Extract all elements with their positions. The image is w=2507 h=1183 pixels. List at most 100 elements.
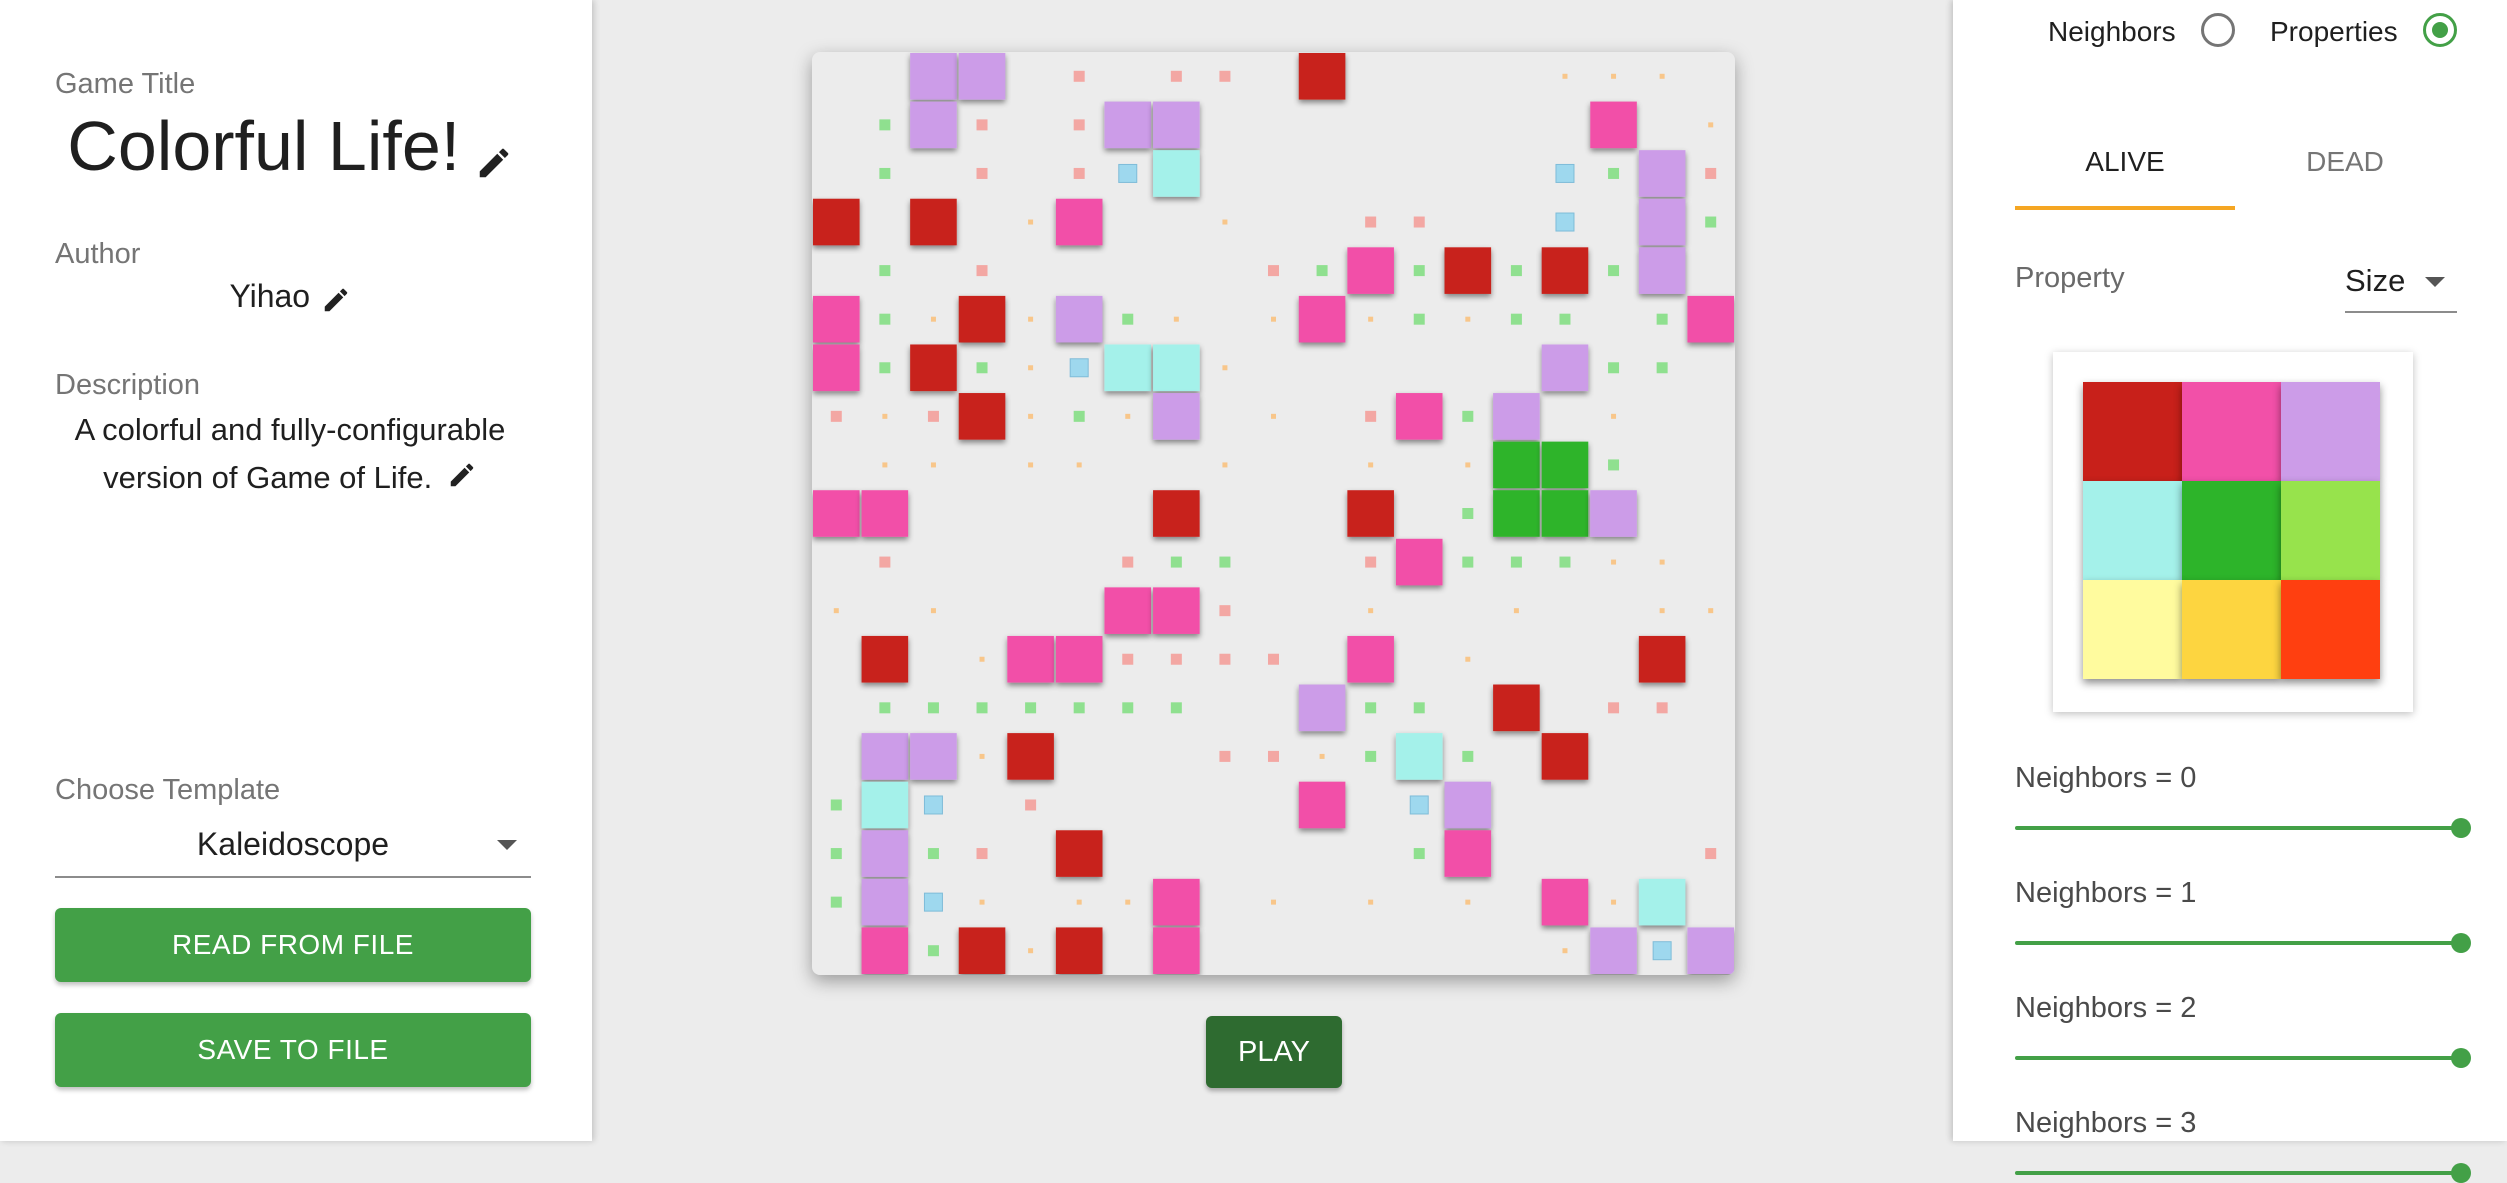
hint-cell[interactable] bbox=[1659, 559, 1665, 565]
hint-cell[interactable] bbox=[1513, 608, 1519, 614]
hint-cell[interactable] bbox=[1608, 702, 1620, 714]
hint-cell[interactable] bbox=[1608, 265, 1620, 277]
hint-cell[interactable] bbox=[879, 313, 891, 325]
hint-cell[interactable] bbox=[1118, 163, 1138, 183]
hint-cell[interactable] bbox=[1413, 216, 1425, 228]
hint-cell[interactable] bbox=[1271, 413, 1276, 419]
hint-cell[interactable] bbox=[1659, 608, 1665, 614]
game-board[interactable] bbox=[812, 52, 1735, 975]
live-cell[interactable] bbox=[1298, 295, 1346, 343]
live-cell[interactable] bbox=[1687, 295, 1734, 343]
hint-cell[interactable] bbox=[1365, 702, 1377, 714]
live-cell[interactable] bbox=[1444, 830, 1492, 877]
hint-cell[interactable] bbox=[1268, 653, 1279, 665]
hint-cell[interactable] bbox=[927, 848, 939, 860]
live-cell[interactable] bbox=[958, 927, 1006, 974]
hint-cell[interactable] bbox=[879, 362, 891, 374]
tab-alive[interactable]: ALIVE bbox=[2015, 130, 2235, 210]
hint-cell[interactable] bbox=[1170, 556, 1182, 568]
hint-cell[interactable] bbox=[1413, 848, 1425, 860]
live-cell[interactable] bbox=[861, 830, 909, 877]
live-cell[interactable] bbox=[1153, 927, 1200, 974]
live-cell[interactable] bbox=[1055, 927, 1103, 974]
hint-cell[interactable] bbox=[1413, 313, 1425, 325]
live-cell[interactable] bbox=[1541, 344, 1589, 392]
slider-thumb[interactable] bbox=[2451, 933, 2471, 953]
hint-cell[interactable] bbox=[1219, 70, 1231, 82]
hint-cell[interactable] bbox=[1222, 462, 1228, 468]
hint-cell[interactable] bbox=[1365, 410, 1377, 422]
live-cell[interactable] bbox=[1298, 781, 1346, 829]
live-cell[interactable] bbox=[1153, 393, 1200, 440]
hint-cell[interactable] bbox=[1219, 750, 1231, 762]
hint-cell[interactable] bbox=[927, 410, 939, 422]
hint-cell[interactable] bbox=[976, 702, 988, 714]
edit-author-icon[interactable] bbox=[321, 285, 351, 320]
live-cell[interactable] bbox=[1007, 733, 1054, 780]
live-cell[interactable] bbox=[1444, 781, 1492, 829]
live-cell[interactable] bbox=[1347, 247, 1394, 294]
hint-cell[interactable] bbox=[1652, 941, 1672, 961]
hint-cell[interactable] bbox=[923, 892, 943, 912]
hint-cell[interactable] bbox=[976, 167, 988, 179]
hint-cell[interactable] bbox=[1413, 265, 1425, 277]
hint-cell[interactable] bbox=[1219, 653, 1231, 665]
hint-cell[interactable] bbox=[830, 410, 842, 422]
hint-cell[interactable] bbox=[1122, 653, 1134, 665]
hint-cell[interactable] bbox=[1656, 313, 1668, 325]
live-cell[interactable] bbox=[958, 295, 1006, 343]
hint-cell[interactable] bbox=[1365, 556, 1377, 568]
hint-cell[interactable] bbox=[1173, 316, 1179, 322]
neighbors-slider[interactable] bbox=[2015, 1163, 2471, 1183]
hint-cell[interactable] bbox=[1368, 608, 1374, 614]
hint-cell[interactable] bbox=[1555, 163, 1575, 183]
hint-cell[interactable] bbox=[1028, 316, 1034, 322]
hint-cell[interactable] bbox=[1222, 365, 1228, 371]
hint-cell[interactable] bbox=[1611, 73, 1617, 79]
hint-cell[interactable] bbox=[1122, 313, 1134, 325]
live-cell[interactable] bbox=[861, 927, 909, 974]
hint-cell[interactable] bbox=[1219, 605, 1231, 617]
hint-cell[interactable] bbox=[1368, 462, 1374, 468]
hint-cell[interactable] bbox=[1073, 410, 1085, 422]
hint-cell[interactable] bbox=[1708, 608, 1714, 614]
live-cell[interactable] bbox=[1153, 490, 1200, 537]
live-cell[interactable] bbox=[1298, 53, 1346, 100]
hint-cell[interactable] bbox=[930, 608, 936, 614]
hint-cell[interactable] bbox=[979, 899, 985, 905]
save-to-file-button[interactable]: SAVE TO FILE bbox=[55, 1013, 531, 1087]
neighbors-slider[interactable] bbox=[2015, 1048, 2471, 1068]
live-cell[interactable] bbox=[1104, 587, 1152, 634]
hint-cell[interactable] bbox=[1028, 365, 1034, 371]
hint-cell[interactable] bbox=[1656, 362, 1668, 374]
color-swatch[interactable] bbox=[2083, 481, 2182, 580]
hint-cell[interactable] bbox=[1608, 459, 1620, 471]
hint-cell[interactable] bbox=[1025, 799, 1037, 811]
hint-cell[interactable] bbox=[1465, 316, 1471, 322]
hint-cell[interactable] bbox=[879, 167, 891, 179]
hint-cell[interactable] bbox=[976, 265, 988, 277]
live-cell[interactable] bbox=[1541, 733, 1589, 780]
live-cell[interactable] bbox=[1687, 927, 1734, 974]
live-cell[interactable] bbox=[958, 393, 1006, 440]
hint-cell[interactable] bbox=[1076, 462, 1082, 468]
live-cell[interactable] bbox=[1104, 101, 1152, 149]
live-cell[interactable] bbox=[1298, 684, 1346, 732]
hint-cell[interactable] bbox=[1268, 750, 1279, 762]
read-from-file-button[interactable]: READ FROM FILE bbox=[55, 908, 531, 982]
live-cell[interactable] bbox=[813, 490, 860, 537]
live-cell[interactable] bbox=[1055, 830, 1103, 877]
hint-cell[interactable] bbox=[1271, 899, 1276, 905]
live-cell[interactable] bbox=[1638, 150, 1686, 197]
hint-cell[interactable] bbox=[1562, 948, 1568, 954]
hint-cell[interactable] bbox=[1659, 73, 1665, 79]
hint-cell[interactable] bbox=[1076, 899, 1082, 905]
live-cell[interactable] bbox=[1395, 733, 1443, 780]
hint-cell[interactable] bbox=[1559, 556, 1571, 568]
hint-cell[interactable] bbox=[976, 362, 988, 374]
live-cell[interactable] bbox=[813, 344, 860, 392]
hint-cell[interactable] bbox=[1611, 899, 1617, 905]
live-cell[interactable] bbox=[861, 878, 909, 926]
live-cell[interactable] bbox=[910, 53, 957, 100]
hint-cell[interactable] bbox=[1073, 702, 1085, 714]
